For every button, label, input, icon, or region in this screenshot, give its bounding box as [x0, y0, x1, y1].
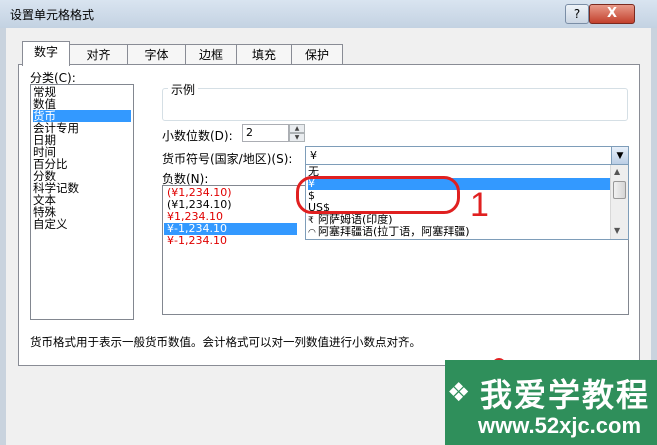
spin-down-icon[interactable]: ▼	[289, 133, 305, 142]
currency-symbol-label: 货币符号(国家/地区)(S):	[162, 152, 293, 166]
watermark-logo-icon: ❖	[447, 378, 471, 408]
window-title: 设置单元格格式	[10, 8, 95, 22]
chevron-down-icon[interactable]: ▼	[611, 147, 628, 165]
category-list[interactable]: 常规 数值 货币 会计专用 日期 时间 百分比 分数 科学记数 文本 特殊 自定…	[30, 84, 134, 320]
spin-up-icon[interactable]: ▲	[289, 124, 305, 133]
category-item-custom[interactable]: 自定义	[33, 218, 131, 230]
tab-number[interactable]: 数字	[22, 41, 70, 66]
sample-box	[162, 88, 628, 121]
sample-label: 示例	[168, 81, 199, 98]
format-description: 货币格式用于表示一般货币数值。会计格式可以对一列数值进行小数点对齐。	[30, 335, 421, 349]
decimal-places-label: 小数位数(D):	[162, 129, 233, 143]
scrollbar-thumb[interactable]	[613, 181, 626, 199]
annotation-marker-number: 1	[470, 186, 489, 224]
currency-symbol-select[interactable]: ¥ ▼	[305, 146, 629, 166]
negative-item[interactable]: ¥-1,234.10	[167, 235, 227, 247]
title-bar	[0, 0, 657, 28]
currency-selected-value: ¥	[310, 149, 317, 162]
tab-alignment[interactable]: 对齐	[69, 44, 128, 65]
manat-icon: ◠	[308, 228, 316, 238]
watermark-url: www.52xjc.com	[478, 413, 642, 438]
scroll-down-icon[interactable]: ▼	[614, 226, 620, 235]
dropdown-scrollbar[interactable]: ▲ ▼	[610, 165, 628, 239]
tab-border[interactable]: 边框	[185, 44, 237, 65]
scroll-up-icon[interactable]: ▲	[614, 167, 620, 176]
annotation-highlight-circle	[296, 176, 460, 214]
currency-option-azerbaijani[interactable]: ◠ 阿塞拜疆语(拉丁语，阿塞拜疆)	[308, 225, 610, 239]
tab-protection[interactable]: 保护	[291, 44, 343, 65]
decimal-places-input[interactable]: 2	[242, 124, 289, 142]
decimal-places-spinner[interactable]: ▲ ▼	[289, 124, 305, 142]
currency-option-label: 阿塞拜疆语(拉丁语，阿塞拜疆)	[318, 225, 470, 238]
watermark-title: 我爱学教程	[480, 376, 651, 414]
tab-font[interactable]: 字体	[127, 44, 186, 65]
close-button[interactable]: X	[589, 4, 635, 24]
help-button[interactable]: ?	[565, 4, 589, 24]
tab-fill[interactable]: 填充	[236, 44, 292, 65]
